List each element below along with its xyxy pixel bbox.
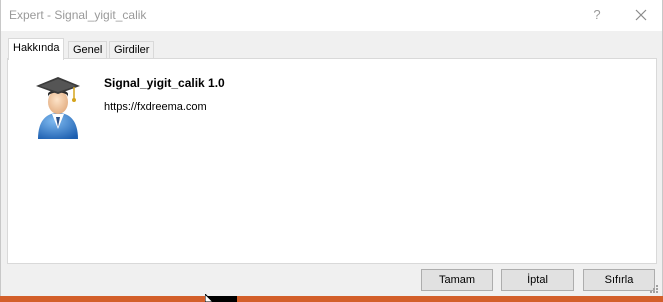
tab-girdiler[interactable]: Girdiler: [109, 41, 155, 59]
title-bar[interactable]: Expert - Signal_yigit_calik ?: [1, 0, 662, 31]
website-link[interactable]: https://fxdreema.com: [104, 101, 207, 113]
window-title: Expert - Signal_yigit_calik: [9, 8, 147, 22]
resize-grip-icon[interactable]: [649, 284, 659, 294]
close-icon: [635, 9, 647, 21]
about-panel: Signal_yigit_calik 1.0 https://fxdreema.…: [7, 58, 657, 264]
tab-genel[interactable]: Genel: [68, 41, 108, 59]
help-button[interactable]: ?: [584, 3, 610, 27]
cancel-button[interactable]: İptal: [501, 269, 574, 291]
taskbar-strip: [0, 296, 663, 302]
ok-button[interactable]: Tamam: [421, 269, 493, 291]
reset-button[interactable]: Sıfırla: [583, 269, 655, 291]
tab-hakkinda[interactable]: Hakkında: [8, 38, 65, 60]
graduate-avatar-icon: [36, 77, 80, 139]
expert-dialog: Expert - Signal_yigit_calik ? Hakkında G…: [0, 0, 663, 296]
expert-name: Signal_yigit_calik 1.0: [104, 76, 225, 90]
close-button[interactable]: [628, 3, 654, 27]
mouse-cursor-icon: [205, 294, 214, 302]
